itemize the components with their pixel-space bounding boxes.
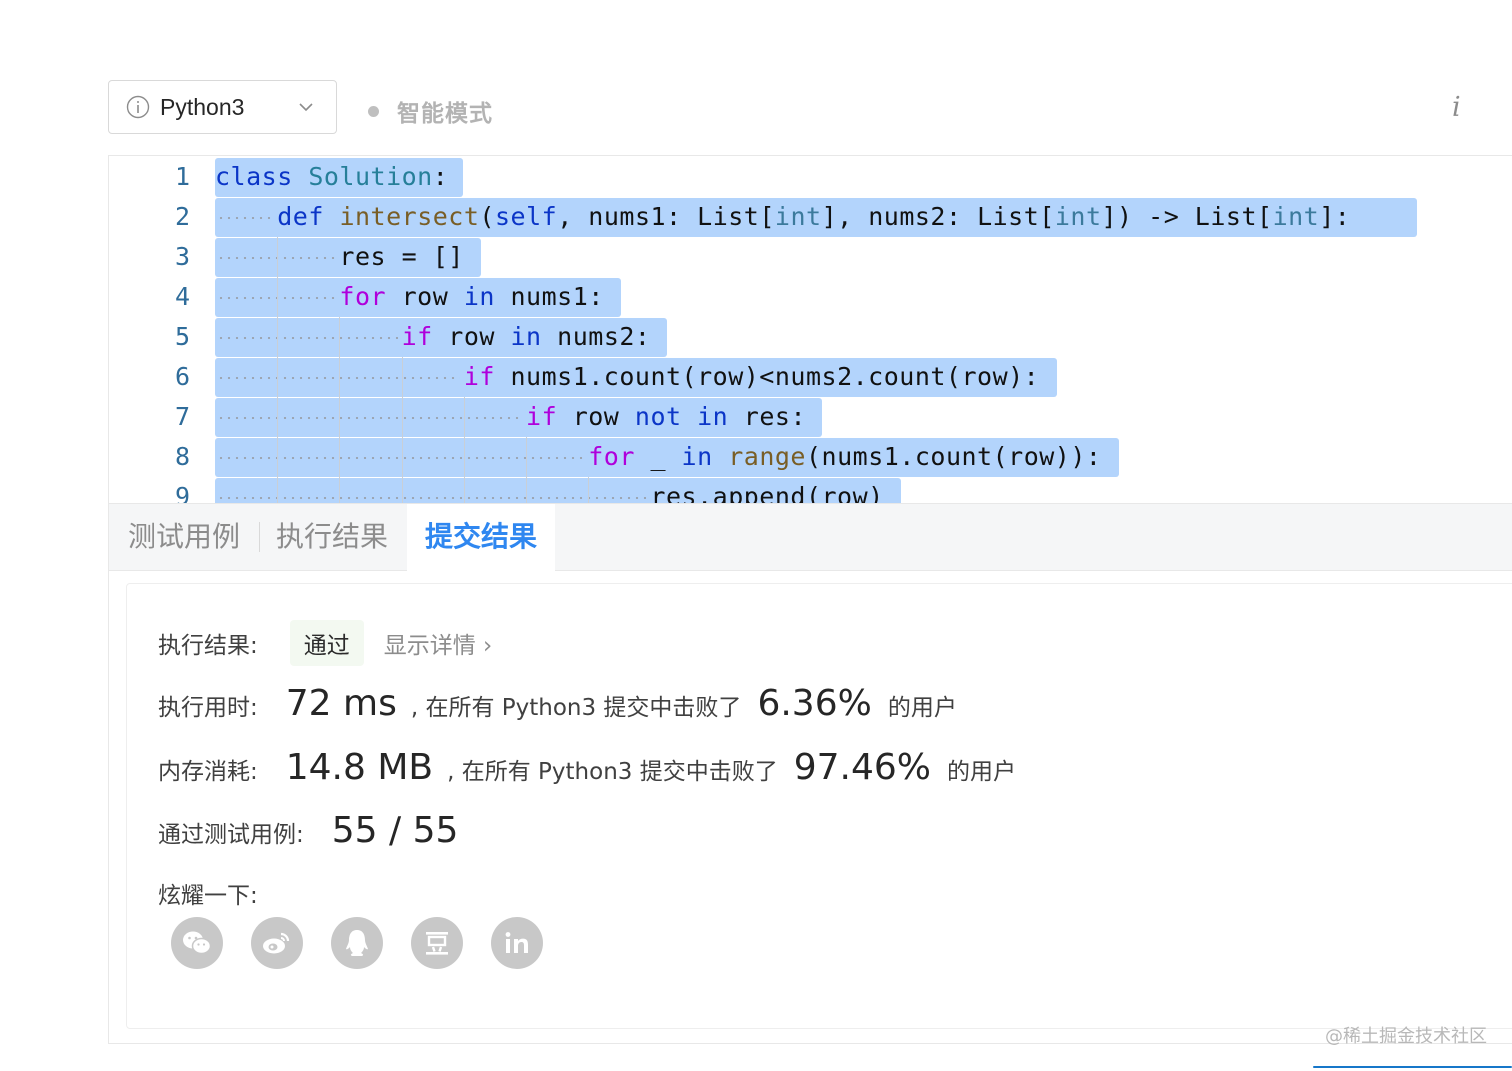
- qq-icon[interactable]: [331, 917, 383, 969]
- status-row: 执行结果: 通过 显示详情 ›: [158, 620, 492, 666]
- whitespace-markers: [217, 337, 398, 339]
- tab-run-result[interactable]: 执行结果: [276, 504, 388, 570]
- mode-label: 智能模式: [397, 101, 493, 127]
- status-label: 执行结果:: [158, 633, 258, 659]
- whitespace-markers: [217, 377, 460, 379]
- code-text: def intersect(self, nums1: List[int], nu…: [277, 202, 1351, 231]
- wechat-icon[interactable]: [171, 917, 223, 969]
- indent-guide: [401, 357, 403, 397]
- code-text: res.append(row): [215, 482, 884, 503]
- mode-status-dot: [368, 105, 379, 117]
- code-line[interactable]: 2 def intersect(self, nums1: List[int], …: [109, 197, 1512, 237]
- line-number: 8: [174, 442, 190, 471]
- corner-accent-bar: [1313, 1066, 1512, 1068]
- indent-guide: [463, 477, 465, 503]
- language-select[interactable]: Python3: [108, 80, 337, 134]
- line-number: 1: [174, 162, 190, 191]
- runtime-value: 72 ms: [285, 683, 397, 724]
- code-line[interactable]: 4 for row in nums1:: [109, 277, 1512, 317]
- memory-percent: 97.46%: [793, 747, 931, 788]
- code-line[interactable]: 1 class Solution:: [109, 157, 1512, 197]
- code-line[interactable]: 3 res = []: [109, 237, 1512, 277]
- show-details-link[interactable]: 显示详情 ›: [384, 626, 493, 660]
- runtime-text: , 在所有 Python3 提交中击败了: [410, 695, 742, 721]
- indent-guide: [277, 317, 279, 357]
- indent-guide: [277, 357, 279, 397]
- runtime-percent: 6.36%: [757, 683, 872, 724]
- info-button[interactable]: i: [1452, 92, 1461, 123]
- code-editor[interactable]: 1 class Solution: 2 def intersect(self, …: [108, 155, 1512, 503]
- whitespace-markers: [217, 457, 585, 459]
- indent-guide: [339, 437, 341, 477]
- code-line[interactable]: 6 if nums1.count(row)<nums2.count(row):: [109, 357, 1512, 397]
- code-line[interactable]: 8 for _ in range(nums1.count(row)):: [109, 437, 1512, 477]
- info-circle-icon: [126, 95, 150, 119]
- line-number: 5: [174, 322, 190, 351]
- whitespace-markers: [217, 497, 647, 499]
- memory-value: 14.8 MB: [285, 747, 434, 788]
- share-row: 炫耀一下:: [158, 876, 258, 910]
- indent-guide: [588, 477, 590, 503]
- line-number: 3: [174, 242, 190, 271]
- douban-icon[interactable]: [411, 917, 463, 969]
- code-text: class Solution:: [215, 162, 449, 191]
- code-line[interactable]: 5 if row in nums2:: [109, 317, 1512, 357]
- indent-guide: [277, 277, 279, 317]
- code-line[interactable]: 9 res.append(row): [109, 477, 1512, 503]
- line-number: 4: [174, 282, 190, 311]
- whitespace-markers: [217, 297, 336, 299]
- whitespace-markers: [217, 417, 522, 419]
- smart-mode-toggle[interactable]: 智能模式: [368, 94, 493, 128]
- whitespace-markers: [217, 257, 336, 259]
- indent-guide: [339, 477, 341, 503]
- indent-guide: [277, 477, 279, 503]
- line-number: 2: [174, 202, 190, 231]
- runtime-row: 执行用时: 72 ms , 在所有 Python3 提交中击败了 6.36% 的…: [158, 683, 957, 724]
- indent-guide: [339, 317, 341, 357]
- indent-guide: [277, 437, 279, 477]
- linkedin-icon[interactable]: [491, 917, 543, 969]
- whitespace-markers: [217, 217, 274, 219]
- line-number: 6: [174, 362, 190, 391]
- status-badge: 通过: [289, 620, 364, 666]
- memory-row: 内存消耗: 14.8 MB , 在所有 Python3 提交中击败了 97.46…: [158, 747, 1016, 788]
- indent-guide: [463, 397, 465, 437]
- indent-guide: [463, 437, 465, 477]
- code-line[interactable]: 7 if row not in res:: [109, 397, 1512, 437]
- indent-guide: [339, 357, 341, 397]
- indent-guide: [401, 477, 403, 503]
- memory-label: 内存消耗:: [158, 759, 258, 785]
- line-number: 7: [174, 402, 190, 431]
- indent-guide: [526, 477, 527, 503]
- weibo-icon[interactable]: [251, 917, 303, 969]
- indent-guide: [339, 397, 341, 437]
- indent-guide: [277, 397, 279, 437]
- testcases-row: 通过测试用例: 55 / 55: [158, 810, 458, 851]
- memory-suffix: 的用户: [947, 759, 1016, 785]
- indent-guide: [401, 397, 403, 437]
- indent-guide: [526, 437, 527, 477]
- testcases-value: 55 / 55: [331, 810, 459, 851]
- memory-text: , 在所有 Python3 提交中击败了: [447, 759, 778, 785]
- share-label: 炫耀一下:: [158, 883, 258, 909]
- tab-submit-result[interactable]: 提交结果: [407, 504, 556, 571]
- tab-testcase[interactable]: 测试用例: [128, 504, 240, 570]
- watermark: @稀土掘金技术社区: [1325, 1026, 1487, 1047]
- testcases-label: 通过测试用例:: [158, 822, 304, 848]
- tab-divider: [259, 522, 260, 552]
- indent-guide: [277, 237, 279, 277]
- runtime-label: 执行用时:: [158, 695, 258, 721]
- result-tabbar: 测试用例 执行结果 提交结果: [108, 503, 1512, 571]
- line-number: 9: [174, 482, 190, 503]
- runtime-suffix: 的用户: [887, 695, 957, 721]
- chevron-down-icon: [299, 103, 313, 112]
- indent-guide: [401, 437, 403, 477]
- language-label: Python3: [160, 93, 245, 120]
